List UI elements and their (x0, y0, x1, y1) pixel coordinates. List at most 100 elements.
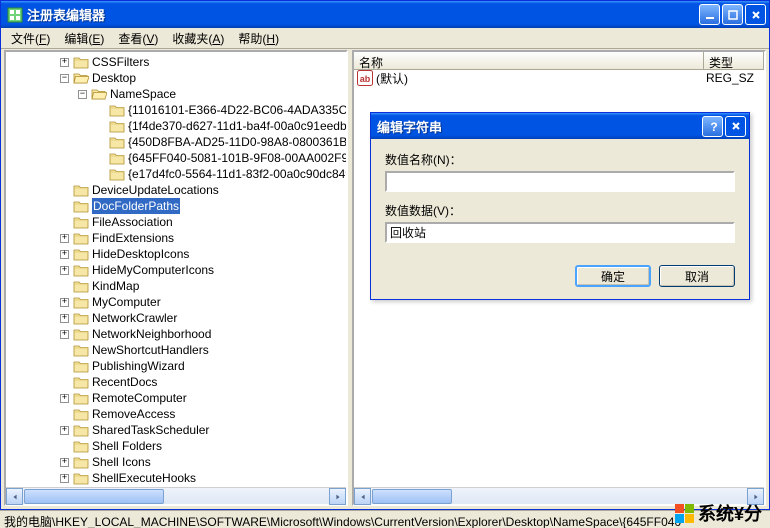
tree-node[interactable]: DocFolderPaths (6, 198, 346, 214)
value-name-input[interactable] (385, 171, 735, 192)
maximize-button[interactable] (722, 4, 743, 25)
tree-node-label: MyComputer (92, 294, 161, 310)
scroll-thumb[interactable] (372, 489, 452, 504)
folder-icon (73, 375, 89, 389)
tree-node-label: {11016101-E366-4D22-BC06-4ADA335C892B} (128, 102, 346, 118)
tree-node-label: DocFolderPaths (92, 198, 180, 214)
tree-node[interactable]: +NetworkCrawler (6, 310, 346, 326)
menu-item-2[interactable]: 查看(V) (112, 28, 164, 49)
tree-node-label: PublishingWizard (92, 358, 185, 374)
tree-hscrollbar[interactable] (6, 487, 346, 504)
tree-node-label: DeviceUpdateLocations (92, 182, 219, 198)
tree-node[interactable]: + HideDesktopIcons (6, 246, 346, 262)
tree-node[interactable]: RecentDocs (6, 374, 346, 390)
tree-node-label: Desktop (92, 70, 136, 86)
tree-node[interactable]: +NetworkNeighborhood (6, 326, 346, 342)
scroll-right-icon[interactable] (329, 488, 346, 505)
value-type: REG_SZ (706, 71, 754, 85)
tree-node[interactable]: {e17d4fc0-5564-11d1-83f2-00a0c90dc849} (6, 166, 346, 182)
tree-node-label: HideDesktopIcons (92, 246, 189, 262)
expand-icon[interactable]: + (60, 234, 69, 243)
tree-node[interactable]: + HideMyComputerIcons (6, 262, 346, 278)
expand-icon[interactable]: + (60, 394, 69, 403)
folder-icon (73, 391, 89, 405)
folder-icon (73, 199, 89, 213)
folder-icon (109, 167, 125, 181)
tree-node-label: KindMap (92, 278, 139, 294)
tree-node[interactable]: + ShellExecuteHooks (6, 470, 346, 486)
window-title: 注册表编辑器 (27, 5, 699, 24)
menu-item-3[interactable]: 收藏夹(A) (166, 28, 230, 49)
column-header[interactable]: 类型 (704, 52, 764, 69)
tree-node[interactable]: +RemoteComputer (6, 390, 346, 406)
expand-icon[interactable]: + (60, 474, 69, 483)
close-button[interactable] (745, 4, 766, 25)
tree-node-label: ShellExecuteHooks (92, 470, 196, 486)
scroll-left-icon[interactable] (354, 488, 371, 505)
menu-item-0[interactable]: 文件(F) (5, 28, 56, 49)
tree-node-label: RemoveAccess (92, 406, 175, 422)
scroll-thumb[interactable] (24, 489, 164, 504)
folder-icon (109, 135, 125, 149)
svg-text:?: ? (710, 120, 717, 132)
folder-open-icon (91, 87, 107, 101)
tree-node[interactable]: {645FF040-5081-101B-9F08-00AA002F954E} (6, 150, 346, 166)
tree-node-label: NameSpace (110, 86, 176, 102)
tree-node[interactable]: − NameSpace (6, 86, 346, 102)
folder-icon (73, 231, 89, 245)
dialog-help-button[interactable]: ? (702, 116, 723, 137)
tree-node[interactable]: RemoveAccess (6, 406, 346, 422)
tree-node[interactable]: {1f4de370-d627-11d1-ba4f-00a0c91eedba} (6, 118, 346, 134)
dialog-titlebar[interactable]: 编辑字符串 ? (371, 113, 749, 139)
tree-node[interactable]: KindMap (6, 278, 346, 294)
ms-logo-icon (675, 504, 694, 523)
tree-node[interactable]: +FindExtensions (6, 230, 346, 246)
tree-node[interactable]: {450D8FBA-AD25-11D0-98A8-0800361B1103} (6, 134, 346, 150)
folder-icon (73, 183, 89, 197)
folder-icon (73, 279, 89, 293)
tree-node[interactable]: +CSSFilters (6, 54, 346, 70)
tree-node-label: Shell Folders (92, 438, 162, 454)
value-data-input[interactable] (385, 222, 735, 243)
expand-icon[interactable]: + (60, 426, 69, 435)
expand-icon[interactable]: + (60, 58, 69, 67)
list-row[interactable]: (默认)REG_SZ (354, 70, 764, 86)
expand-icon[interactable]: + (60, 298, 69, 307)
tree-node[interactable]: DeviceUpdateLocations (6, 182, 346, 198)
expand-icon[interactable]: + (60, 314, 69, 323)
folder-icon (73, 247, 89, 261)
expand-icon[interactable]: + (60, 458, 69, 467)
expand-icon[interactable]: + (60, 330, 69, 339)
tree-node-label: RecentDocs (92, 374, 157, 390)
tree-node[interactable]: +Shell Icons (6, 454, 346, 470)
registry-tree[interactable]: +CSSFilters−Desktop−NameSpace{11016101-E… (6, 52, 346, 487)
collapse-icon[interactable]: − (78, 90, 87, 99)
minimize-button[interactable] (699, 4, 720, 25)
tree-node-label: HideMyComputerIcons (92, 262, 214, 278)
list-header[interactable]: 名称类型 (354, 52, 764, 70)
menu-item-1[interactable]: 编辑(E) (58, 28, 110, 49)
tree-node[interactable]: +SharedTaskScheduler (6, 422, 346, 438)
tree-node[interactable]: NewShortcutHandlers (6, 342, 346, 358)
value-data-label: 数值数据(V)： (385, 202, 735, 219)
ok-button[interactable]: 确定 (575, 265, 651, 287)
menu-item-4[interactable]: 帮助(H) (232, 28, 285, 49)
tree-node[interactable]: + MyComputer (6, 294, 346, 310)
titlebar[interactable]: 注册表编辑器 (1, 1, 769, 28)
tree-node[interactable]: PublishingWizard (6, 358, 346, 374)
tree-node[interactable]: FileAssociation (6, 214, 346, 230)
dialog-title: 编辑字符串 (377, 117, 702, 136)
expand-icon[interactable]: + (60, 266, 69, 275)
expand-icon[interactable]: + (60, 250, 69, 259)
folder-icon (73, 359, 89, 373)
dialog-close-button[interactable] (725, 116, 746, 137)
scroll-left-icon[interactable] (6, 488, 23, 505)
tree-node[interactable]: − Desktop (6, 70, 346, 86)
cancel-button[interactable]: 取消 (659, 265, 735, 287)
column-header[interactable]: 名称 (354, 52, 704, 69)
tree-node[interactable]: {11016101-E366-4D22-BC06-4ADA335C892B} (6, 102, 346, 118)
tree-node[interactable]: Shell Folders (6, 438, 346, 454)
tree-node-label: {450D8FBA-AD25-11D0-98A8-0800361B1103} (128, 134, 346, 150)
watermark: 系统¥分 (675, 500, 762, 526)
collapse-icon[interactable]: − (60, 74, 69, 83)
